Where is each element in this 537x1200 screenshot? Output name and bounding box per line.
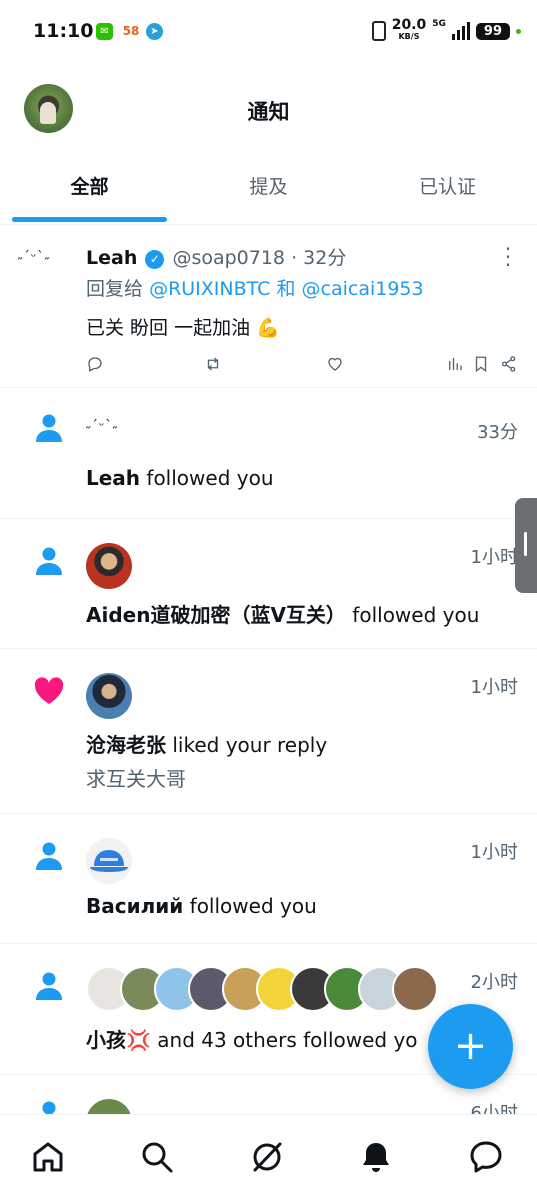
wechat-icon: ✉ bbox=[96, 23, 113, 40]
person-icon bbox=[33, 545, 65, 577]
liked-reply-text: 求互关大哥 bbox=[86, 767, 186, 791]
battery-icon: 99 bbox=[475, 22, 510, 40]
signal-icon bbox=[451, 22, 470, 40]
notification-time: 33分 bbox=[477, 422, 518, 443]
search-icon[interactable] bbox=[139, 1139, 177, 1177]
mention-link[interactable]: @RUIXINBTC bbox=[149, 278, 270, 300]
page-title: 通知 bbox=[247, 100, 290, 124]
author-handle: @soap0718 bbox=[172, 247, 286, 269]
views-icon[interactable] bbox=[446, 355, 466, 375]
mention-link[interactable]: @caicai1953 bbox=[302, 278, 424, 300]
vibrate-icon bbox=[371, 21, 386, 41]
tab-verified[interactable]: 已认证 bbox=[358, 158, 537, 224]
reply-context: 回复给 @RUIXINBTC 和 @caicai1953 bbox=[86, 274, 424, 301]
notification-text: Leah followed you bbox=[86, 466, 274, 490]
verified-badge-icon: ✓ bbox=[145, 250, 165, 269]
author-name[interactable]: Leah bbox=[86, 247, 137, 269]
privacy-dot bbox=[516, 28, 521, 34]
tab-mentions[interactable]: 提及 bbox=[179, 158, 358, 224]
notification-time: 1小时 bbox=[470, 677, 518, 698]
notification-action: followed you bbox=[352, 603, 480, 627]
notification-time: 1小时 bbox=[470, 547, 518, 568]
like-icon[interactable] bbox=[326, 355, 346, 375]
user-name[interactable]: Василий bbox=[86, 894, 183, 918]
messages-icon[interactable] bbox=[468, 1139, 506, 1177]
reply-icon[interactable] bbox=[86, 355, 106, 375]
avatar[interactable] bbox=[86, 838, 132, 884]
user-name[interactable]: Aiden道破加密（蓝V互关） bbox=[86, 603, 346, 627]
notification-action: and 43 others followed yo bbox=[157, 1028, 418, 1052]
person-icon bbox=[33, 970, 65, 1002]
reply-join: 和 bbox=[276, 278, 296, 300]
avatar[interactable] bbox=[86, 673, 132, 719]
notification-item[interactable]: 1小时 Василий followed you bbox=[0, 814, 537, 944]
more-options-icon[interactable]: · · · bbox=[503, 239, 513, 275]
notification-text: Василий followed you bbox=[86, 894, 317, 918]
avatar[interactable]: ˶ˊᵕˋ˶ bbox=[18, 249, 68, 265]
grok-icon[interactable] bbox=[249, 1139, 287, 1177]
bottom-nav bbox=[0, 1114, 537, 1200]
notification-time: 1小时 bbox=[470, 842, 518, 863]
notification-tabs: 全部 提及 已认证 bbox=[0, 158, 537, 225]
user-name[interactable]: 小孩💢 bbox=[86, 1028, 151, 1052]
notification-feed: ˶ˊᵕˋ˶ Leah ✓ @soap0718 · 32分 · · · 回复给 @RU… bbox=[0, 225, 537, 1145]
tweet-text: 已关 盼回 一起加油 💪 bbox=[86, 317, 280, 339]
notification-action: liked your reply bbox=[172, 733, 328, 757]
person-icon bbox=[33, 840, 65, 872]
bookmark-icon[interactable] bbox=[472, 355, 492, 375]
app-58-icon: 58 bbox=[122, 24, 140, 38]
heart-icon bbox=[33, 675, 65, 707]
notification-time: 2小时 bbox=[470, 972, 518, 993]
share-icon[interactable] bbox=[500, 355, 520, 375]
notification-item[interactable]: 1小时 Aiden道破加密（蓝V互关） followed you bbox=[0, 519, 537, 649]
retweet-icon[interactable] bbox=[204, 355, 224, 375]
notification-action: followed you bbox=[146, 466, 274, 490]
compose-button[interactable]: + bbox=[428, 1004, 513, 1089]
user-name[interactable]: Leah bbox=[86, 466, 140, 490]
notification-text: 沧海老张 liked your reply bbox=[86, 729, 327, 758]
network-type: 5G bbox=[432, 19, 446, 29]
notification-item[interactable]: 1小时 沧海老张 liked your reply 求互关大哥 bbox=[0, 649, 537, 814]
tweet-time: · 32分 bbox=[291, 247, 347, 269]
telegram-icon: ➤ bbox=[146, 23, 163, 40]
home-icon[interactable] bbox=[30, 1139, 68, 1177]
tweet-header: Leah ✓ @soap0718 · 32分 bbox=[86, 243, 346, 270]
follower-avatars[interactable] bbox=[86, 966, 438, 1012]
header: 通知 bbox=[0, 62, 537, 158]
network-speed: 20.0 KB/S bbox=[392, 18, 427, 43]
avatar[interactable] bbox=[86, 543, 132, 589]
scroll-handle[interactable] bbox=[515, 498, 537, 593]
avatar[interactable]: ˶ˊᵕˋ˶ bbox=[86, 418, 118, 434]
person-icon bbox=[33, 412, 65, 444]
notification-item[interactable]: ˶ˊᵕˋ˶ 33分 Leah followed you bbox=[0, 388, 537, 519]
notifications-icon[interactable] bbox=[358, 1139, 396, 1177]
status-indicators: 20.0 KB/S 5G 99 bbox=[371, 18, 521, 44]
notification-text: 小孩💢 and 43 others followed yo bbox=[86, 1024, 418, 1053]
notification-text: Aiden道破加密（蓝V互关） followed you bbox=[86, 599, 479, 628]
reply-prefix: 回复给 bbox=[86, 278, 144, 300]
status-time: 11:10 bbox=[33, 20, 94, 42]
notification-action: followed you bbox=[189, 894, 317, 918]
avatar[interactable] bbox=[392, 966, 438, 1012]
tweet-actions bbox=[86, 355, 526, 379]
tab-all[interactable]: 全部 bbox=[0, 158, 179, 224]
status-bar: 11:10 ✉ 58 ➤ 20.0 KB/S 5G 99 bbox=[0, 0, 537, 62]
user-name[interactable]: 沧海老张 bbox=[86, 733, 166, 757]
reply-tweet[interactable]: ˶ˊᵕˋ˶ Leah ✓ @soap0718 · 32分 · · · 回复给 @RU… bbox=[0, 225, 537, 388]
